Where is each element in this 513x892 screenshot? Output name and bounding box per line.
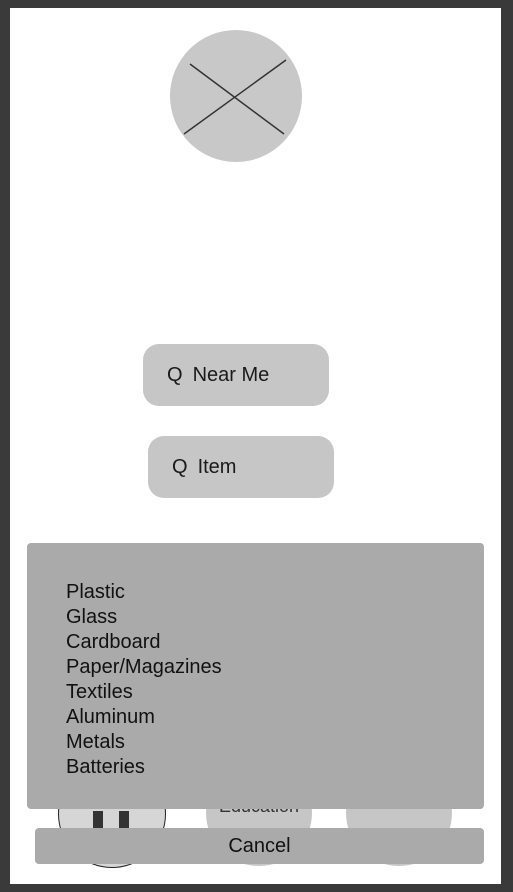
option-metals[interactable]: Metals: [66, 730, 222, 755]
option-batteries[interactable]: Batteries: [66, 755, 222, 780]
item-label: Item: [197, 455, 237, 478]
placeholder-x-icon: [183, 59, 287, 135]
app-screen: Q Near Me Q Item Education Plastic Glass…: [10, 8, 501, 884]
search-icon: Q: [167, 363, 183, 386]
option-glass[interactable]: Glass: [66, 605, 222, 630]
option-aluminum[interactable]: Aluminum: [66, 705, 222, 730]
option-cardboard[interactable]: Cardboard: [66, 630, 222, 655]
item-search-button[interactable]: Q Item: [148, 436, 334, 498]
material-action-sheet: Plastic Glass Cardboard Paper/Magazines …: [27, 543, 484, 809]
option-paper-magazines[interactable]: Paper/Magazines: [66, 655, 222, 680]
logo-placeholder: [170, 30, 302, 162]
near-me-search-button[interactable]: Q Near Me: [143, 344, 329, 406]
cancel-button[interactable]: Cancel: [35, 828, 484, 864]
option-plastic[interactable]: Plastic: [66, 580, 222, 605]
option-textiles[interactable]: Textiles: [66, 680, 222, 705]
material-options-list: Plastic Glass Cardboard Paper/Magazines …: [66, 580, 222, 780]
near-me-label: Near Me: [192, 363, 270, 386]
search-icon: Q: [172, 455, 188, 478]
